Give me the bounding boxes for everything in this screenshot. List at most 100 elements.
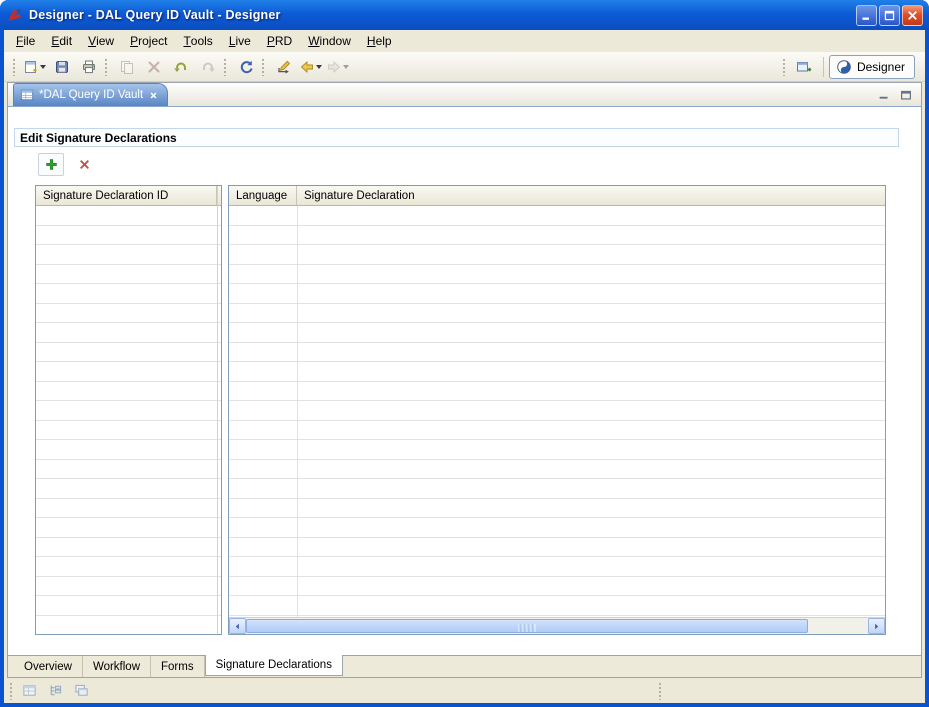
table-row[interactable] <box>229 284 885 304</box>
table-row[interactable] <box>36 596 221 616</box>
table-row[interactable] <box>36 538 221 558</box>
menu-edit[interactable]: Edit <box>43 30 80 52</box>
table-row[interactable] <box>36 460 221 480</box>
toolbar-grip[interactable] <box>9 682 13 700</box>
table-row[interactable] <box>229 362 885 382</box>
table-row[interactable] <box>229 440 885 460</box>
menu-file[interactable]: File <box>8 30 43 52</box>
toolbar-grip[interactable] <box>782 58 786 76</box>
tab-close-icon[interactable] <box>148 90 159 101</box>
new-button[interactable] <box>21 55 48 79</box>
print-button[interactable] <box>75 55 102 79</box>
column-header-signature-declaration[interactable]: Signature Declaration <box>297 186 885 205</box>
save-icon <box>54 59 70 75</box>
table-row[interactable] <box>229 226 885 246</box>
minimize-editor-button[interactable] <box>875 86 893 104</box>
table-row[interactable] <box>229 421 885 441</box>
toolbar-grip[interactable] <box>658 682 662 700</box>
table-row[interactable] <box>36 265 221 285</box>
table-row[interactable] <box>36 421 221 441</box>
table-row[interactable] <box>36 323 221 343</box>
table-row[interactable] <box>229 557 885 577</box>
table-row[interactable] <box>36 284 221 304</box>
title-bar[interactable]: Designer - DAL Query ID Vault - Designer <box>0 0 929 30</box>
tab-overview[interactable]: Overview <box>14 656 83 677</box>
table-row[interactable] <box>229 382 885 402</box>
table-button[interactable] <box>18 680 41 701</box>
forward-button[interactable] <box>324 55 351 79</box>
table-row[interactable] <box>36 304 221 324</box>
table-row[interactable] <box>229 577 885 597</box>
menu-view[interactable]: View <box>80 30 122 52</box>
maximize-button[interactable] <box>879 5 900 26</box>
last-edit-location-button[interactable] <box>270 55 297 79</box>
horizontal-scrollbar[interactable] <box>229 617 885 634</box>
table-row[interactable] <box>36 382 221 402</box>
editor-area: *DAL Query ID Vault Edit Signature Decla… <box>7 82 922 678</box>
table-row[interactable] <box>36 206 221 226</box>
menu-project[interactable]: Project <box>122 30 175 52</box>
save-button[interactable] <box>48 55 75 79</box>
tab-forms[interactable]: Forms <box>151 656 205 677</box>
table-row[interactable] <box>36 226 221 246</box>
back-button[interactable] <box>297 55 324 79</box>
redo-button[interactable] <box>194 55 221 79</box>
table-row[interactable] <box>36 557 221 577</box>
toolbar-grip[interactable] <box>104 58 108 76</box>
table-row[interactable] <box>36 518 221 538</box>
table-row[interactable] <box>36 343 221 363</box>
refresh-button[interactable] <box>232 55 259 79</box>
table-row[interactable] <box>36 479 221 499</box>
menu-window[interactable]: Window <box>300 30 359 52</box>
toolbar-grip[interactable] <box>261 58 265 76</box>
table-row[interactable] <box>229 343 885 363</box>
column-header-language[interactable]: Language <box>229 186 297 205</box>
designer-perspective-button[interactable]: Designer <box>829 55 915 79</box>
tree-button[interactable] <box>44 680 67 701</box>
table-row[interactable] <box>229 538 885 558</box>
scroll-left-button[interactable] <box>229 618 246 634</box>
minimize-button[interactable] <box>856 5 877 26</box>
editor-tab-dal-query-id-vault[interactable]: *DAL Query ID Vault <box>13 83 168 106</box>
table-row[interactable] <box>229 460 885 480</box>
toolbar-grip[interactable] <box>12 58 16 76</box>
delete-button[interactable] <box>140 55 167 79</box>
table-row[interactable] <box>36 616 221 636</box>
table-row[interactable] <box>36 245 221 265</box>
table-row[interactable] <box>229 323 885 343</box>
menu-help[interactable]: Help <box>359 30 400 52</box>
tab-signature-declarations[interactable]: Signature Declarations <box>205 655 343 676</box>
table-row[interactable] <box>229 499 885 519</box>
scrollbar-thumb[interactable] <box>246 619 808 633</box>
window-maximize-icon <box>883 9 896 22</box>
table-row[interactable] <box>229 304 885 324</box>
table-row[interactable] <box>229 401 885 421</box>
table-row[interactable] <box>229 518 885 538</box>
table-row[interactable] <box>36 577 221 597</box>
table-row[interactable] <box>229 265 885 285</box>
open-perspective-button[interactable] <box>791 55 818 79</box>
undo-button[interactable] <box>167 55 194 79</box>
column-header-signature-declaration-id[interactable]: Signature Declaration ID <box>36 186 217 205</box>
table-row[interactable] <box>36 440 221 460</box>
close-button[interactable] <box>902 5 923 26</box>
toolbar-grip[interactable] <box>223 58 227 76</box>
remove-signature-button[interactable] <box>71 153 97 176</box>
cascade-windows-button[interactable] <box>70 680 93 701</box>
table-row[interactable] <box>229 245 885 265</box>
table-row[interactable] <box>229 479 885 499</box>
scroll-right-button[interactable] <box>868 618 885 634</box>
table-row[interactable] <box>36 362 221 382</box>
maximize-editor-button[interactable] <box>897 86 915 104</box>
add-signature-button[interactable] <box>38 153 64 176</box>
table-row[interactable] <box>36 401 221 421</box>
menu-tools[interactable]: Tools <box>175 30 220 52</box>
tab-workflow[interactable]: Workflow <box>83 656 151 677</box>
menu-live[interactable]: Live <box>221 30 259 52</box>
table-row[interactable] <box>229 596 885 616</box>
open-perspective-icon <box>796 59 812 75</box>
copy-button[interactable] <box>113 55 140 79</box>
table-row[interactable] <box>36 499 221 519</box>
table-row[interactable] <box>229 206 885 226</box>
menu-prd[interactable]: PRD <box>259 30 300 52</box>
